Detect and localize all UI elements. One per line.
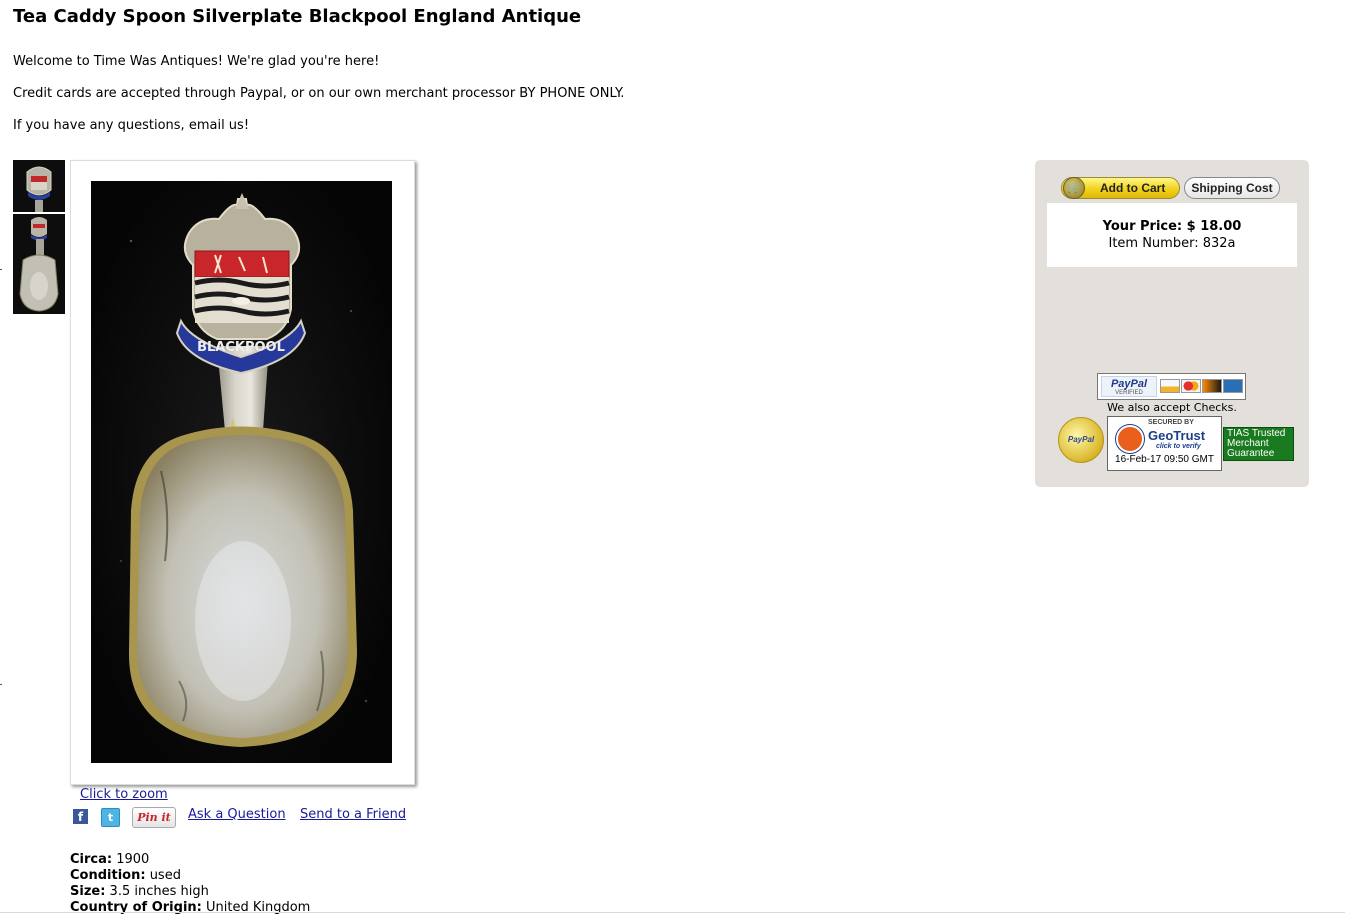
shipping-cost-button[interactable]: Shipping Cost [1184, 177, 1280, 199]
crest-banner-text: BLACKPOOL [197, 340, 285, 355]
detail-size: Size: 3.5 inches high [70, 884, 209, 899]
item-details: Circa: 1900 Condition: used Size: 3.5 in… [70, 852, 310, 916]
ask-question-link[interactable]: Ask a Question [188, 807, 286, 822]
add-to-cart-button[interactable]: 🛒 Add to Cart [1061, 177, 1180, 199]
thumbnail-full-spoon[interactable] [13, 214, 65, 314]
geotrust-secured-by: SECURED BY [1148, 419, 1194, 426]
main-image-frame[interactable]: BLACKPOOL [70, 160, 415, 785]
tias-guarantee-badge[interactable]: TIAS Trusted Merchant Guarantee [1223, 427, 1294, 461]
spoon-image: BLACKPOOL [120, 193, 368, 747]
detail-country: Country of Origin: United Kingdom [70, 900, 311, 915]
geotrust-name: GeoTrust [1148, 428, 1206, 443]
geotrust-date: 16-Feb-17 09:50 GMT [1115, 454, 1214, 465]
geotrust-seal[interactable]: SECURED BY GeoTrust click to verify 16-F… [1107, 416, 1222, 471]
thumbnail-full-spoon-image [13, 214, 65, 314]
amex-card-icon [1223, 379, 1243, 393]
geotrust-logo-icon [1116, 425, 1144, 453]
thumbnail-crest[interactable] [13, 160, 65, 212]
welcome-text: Welcome to Time Was Antiques! We're glad… [13, 54, 380, 69]
add-to-cart-label: Add to Cart [1100, 181, 1166, 195]
main-product-image[interactable]: BLACKPOOL [91, 181, 392, 763]
price-box: Your Price: $ 18.00 Item Number: 832a [1047, 203, 1297, 267]
detail-condition: Condition: used [70, 868, 181, 883]
questions-note: If you have any questions, email us! [13, 118, 250, 133]
discover-card-icon [1202, 379, 1222, 393]
paypal-verified-seal-icon[interactable]: PayPal [1058, 417, 1104, 463]
page-title: Tea Caddy Spoon Silverplate Blackpool En… [13, 6, 582, 27]
visa-card-icon [1160, 379, 1180, 393]
edge-marker [0, 265, 2, 270]
mastercard-icon [1181, 379, 1201, 393]
paypal-logo: PayPal VERIFIED [1101, 376, 1157, 397]
thumbnail-crest-image [13, 160, 65, 212]
paypal-cards-badge[interactable]: PayPal VERIFIED [1097, 373, 1246, 400]
twitter-icon[interactable]: t [101, 808, 120, 827]
edge-marker [0, 680, 2, 685]
item-number-text: Item Number: 832a [1108, 236, 1236, 251]
cart-panel: 🛒 Add to Cart Shipping Cost Your Price: … [1035, 160, 1309, 487]
price-text: Your Price: $ 18.00 [1102, 219, 1242, 234]
detail-circa: Circa: 1900 [70, 852, 150, 867]
pinterest-pin-button[interactable]: Pin it [132, 807, 176, 828]
credit-card-note: Credit cards are accepted through Paypal… [13, 86, 625, 101]
facebook-icon[interactable]: f [73, 809, 88, 824]
checks-note: We also accept Checks. [1107, 401, 1237, 414]
page-divider [0, 912, 1345, 913]
geotrust-verify: click to verify [1156, 443, 1201, 450]
cart-icon: 🛒 [1063, 177, 1085, 199]
send-to-friend-link[interactable]: Send to a Friend [300, 807, 406, 822]
click-to-zoom-link[interactable]: Click to zoom [80, 787, 168, 802]
